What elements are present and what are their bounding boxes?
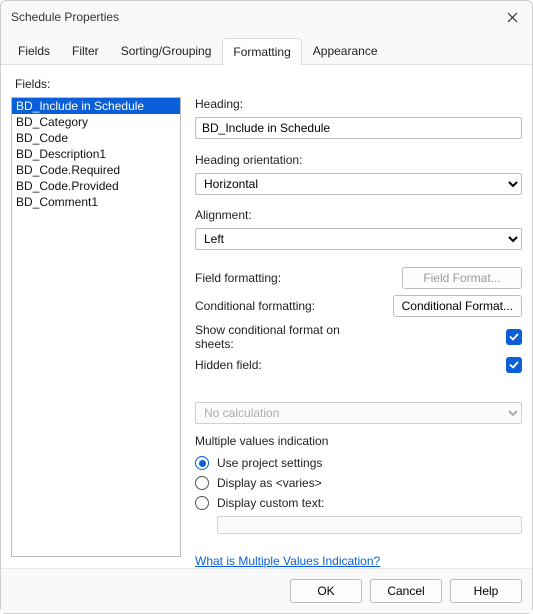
radio-icon (195, 456, 209, 470)
cancel-button[interactable]: Cancel (370, 579, 442, 603)
heading-orientation-select[interactable]: Horizontal (195, 173, 522, 195)
radio-label: Display as <varies> (217, 476, 322, 490)
close-icon (507, 12, 518, 23)
ok-button[interactable]: OK (290, 579, 362, 603)
checkmark-icon (509, 332, 519, 342)
show-cond-label: Show conditional format on sheets: (195, 323, 355, 351)
list-item[interactable]: BD_Code.Required (12, 162, 180, 178)
multiple-values-label: Multiple values indication (195, 434, 522, 448)
fields-label: Fields: (15, 77, 522, 91)
fields-listbox[interactable]: BD_Include in ScheduleBD_CategoryBD_Code… (11, 97, 181, 557)
heading-label: Heading: (195, 97, 522, 111)
list-item[interactable]: BD_Code.Provided (12, 178, 180, 194)
tab-content-formatting: Fields: BD_Include in ScheduleBD_Categor… (1, 65, 532, 568)
radio-icon (195, 476, 209, 490)
hidden-field-label: Hidden field: (195, 358, 262, 372)
hidden-field-checkbox[interactable] (506, 357, 522, 373)
list-item[interactable]: BD_Description1 (12, 146, 180, 162)
tab-appearance[interactable]: Appearance (302, 37, 389, 64)
dialog-footer: OK Cancel Help (1, 568, 532, 613)
tab-sorting-grouping[interactable]: Sorting/Grouping (110, 37, 223, 64)
radio-option[interactable]: Display as <varies> (195, 476, 522, 490)
tab-filter[interactable]: Filter (61, 37, 110, 64)
close-button[interactable] (502, 7, 522, 27)
tab-fields[interactable]: Fields (7, 37, 61, 64)
conditional-format-button[interactable]: Conditional Format... (393, 295, 522, 317)
hidden-field-row: Hidden field: (195, 357, 522, 373)
radio-label: Use project settings (217, 456, 322, 470)
calculation-select: No calculation (195, 402, 522, 424)
radio-label: Display custom text: (217, 496, 324, 510)
show-cond-checkbox[interactable] (506, 329, 522, 345)
tab-formatting[interactable]: Formatting (222, 38, 301, 65)
heading-input[interactable] (195, 117, 522, 139)
list-item[interactable]: BD_Include in Schedule (12, 98, 180, 114)
multiple-values-radio-group: Use project settings Display as <varies> D… (195, 456, 522, 510)
field-format-button: Field Format... (402, 267, 522, 289)
show-cond-row: Show conditional format on sheets: (195, 323, 522, 351)
alignment-select[interactable]: Left (195, 228, 522, 250)
radio-icon (195, 496, 209, 510)
window-title: Schedule Properties (11, 10, 119, 24)
heading-orientation-label: Heading orientation: (195, 153, 522, 167)
radio-option[interactable]: Use project settings (195, 456, 522, 470)
list-item[interactable]: BD_Category (12, 114, 180, 130)
field-formatting-row: Field formatting: Field Format... (195, 267, 522, 289)
titlebar: Schedule Properties (1, 1, 532, 31)
split-container: BD_Include in ScheduleBD_CategoryBD_Code… (11, 97, 522, 568)
alignment-label: Alignment: (195, 208, 522, 222)
list-item[interactable]: BD_Comment1 (12, 194, 180, 210)
conditional-formatting-label: Conditional formatting: (195, 299, 315, 313)
multiple-values-help-link[interactable]: What is Multiple Values Indication? (195, 554, 522, 568)
field-formatting-label: Field formatting: (195, 271, 281, 285)
dialog-window: Schedule Properties FieldsFilterSorting/… (0, 0, 533, 614)
radio-option[interactable]: Display custom text: (195, 496, 522, 510)
conditional-formatting-row: Conditional formatting: Conditional Form… (195, 295, 522, 317)
tab-strip: FieldsFilterSorting/GroupingFormattingAp… (1, 37, 532, 65)
help-button[interactable]: Help (450, 579, 522, 603)
right-panel: Heading: Heading orientation: Horizontal… (195, 97, 522, 568)
list-item[interactable]: BD_Code (12, 130, 180, 146)
checkmark-icon (509, 360, 519, 370)
custom-text-input (217, 516, 522, 534)
